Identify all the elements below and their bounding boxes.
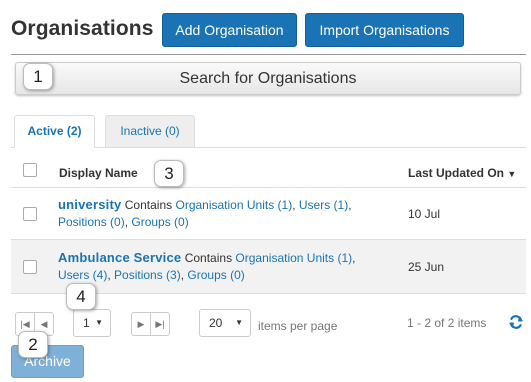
last-page-icon[interactable]: ▶|: [150, 312, 170, 336]
grid-header: Display Name Last Updated On ▼: [11, 148, 526, 188]
select-all-checkbox[interactable]: [23, 163, 37, 177]
column-header-last-updated[interactable]: Last Updated On ▼: [408, 166, 516, 180]
chevron-down-icon: ▼: [235, 318, 243, 327]
organisation-name-link[interactable]: university: [58, 197, 121, 212]
import-organisations-button[interactable]: Import Organisations: [305, 13, 464, 47]
header-divider: [11, 54, 526, 55]
next-page-icon[interactable]: ▶: [131, 312, 151, 336]
callout-marker: 3: [154, 160, 184, 187]
search-organisations-bar[interactable]: Search for Organisations: [15, 62, 521, 95]
contains-label: Contains: [124, 198, 173, 212]
contains-label: Contains: [184, 251, 233, 265]
add-organisation-button[interactable]: Add Organisation: [162, 13, 297, 47]
pager: |◀ ◀ 1 ▼ ▶ ▶| 20 ▼ items per page 1 - 2 of…: [11, 305, 526, 341]
tab-inactive[interactable]: Inactive (0): [105, 115, 195, 148]
page-title: Organisations: [11, 17, 154, 40]
positions-link[interactable]: Positions (3): [114, 268, 181, 282]
row-checkbox[interactable]: [23, 260, 37, 274]
users-link[interactable]: Users (4): [58, 268, 107, 282]
last-updated-value: 25 Jun: [408, 260, 445, 274]
pager-range-info: 1 - 2 of 2 items: [407, 316, 487, 330]
row-checkbox[interactable]: [23, 207, 37, 221]
page-size-select[interactable]: 20 ▼: [199, 309, 251, 337]
tab-active[interactable]: Active (2): [14, 115, 95, 148]
callout-marker: 1: [23, 63, 53, 90]
users-link[interactable]: Users (1): [299, 198, 348, 212]
positions-link[interactable]: Positions (0): [58, 215, 125, 229]
column-header-display-name[interactable]: Display Name: [59, 166, 138, 180]
row-name-cell: Ambulance Service Contains Organisation …: [58, 250, 356, 282]
refresh-icon[interactable]: [508, 314, 524, 330]
chevron-down-icon: ▼: [95, 318, 103, 327]
table-row: university Contains Organisation Units (…: [11, 188, 526, 240]
last-updated-value: 10 Jul: [408, 207, 441, 221]
organisation-name-link[interactable]: Ambulance Service: [58, 250, 181, 265]
organisation-units-link[interactable]: Organisation Units (1): [175, 198, 292, 212]
items-per-page-label: items per page: [258, 319, 338, 333]
status-tabs: Active (2) Inactive (0): [11, 115, 526, 148]
groups-link[interactable]: Groups (0): [131, 215, 188, 229]
groups-link[interactable]: Groups (0): [187, 268, 244, 282]
page-header: Organisations Add Organisation Import Or…: [0, 0, 531, 55]
callout-marker: 4: [66, 283, 96, 310]
sort-descending-icon: ▼: [507, 169, 517, 179]
callout-marker: 2: [18, 331, 48, 358]
row-name-cell: university Contains Organisation Units (…: [58, 197, 352, 229]
organisation-units-link[interactable]: Organisation Units (1): [235, 251, 352, 265]
page-number-select[interactable]: 1 ▼: [73, 309, 111, 337]
